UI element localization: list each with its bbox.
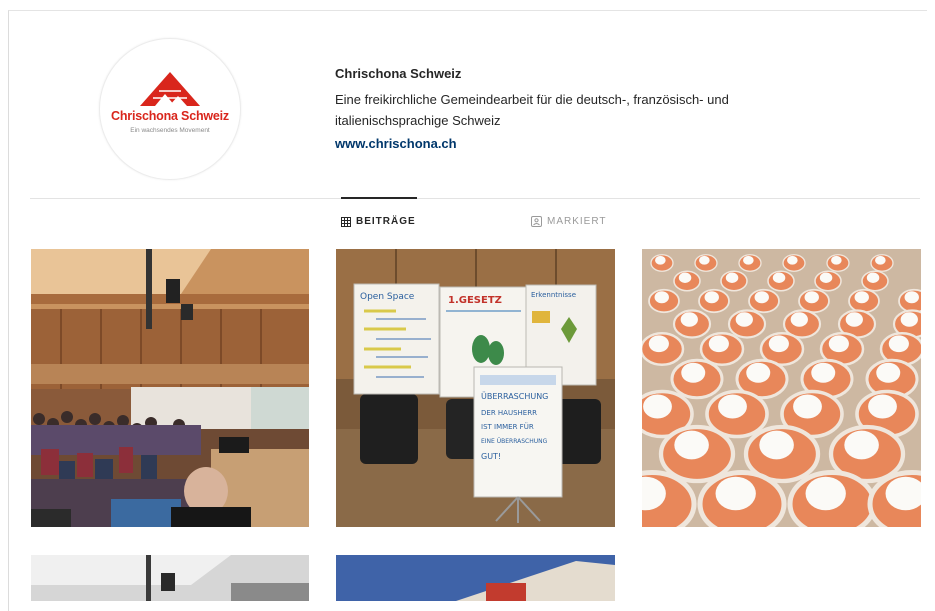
flipchart-open-space-title: Open Space — [360, 292, 415, 302]
whipped-cream — [708, 335, 729, 353]
whipped-cream — [828, 335, 849, 353]
board-line-2: IST IMMER FÜR — [481, 422, 534, 431]
post-auditorium-image — [31, 249, 309, 527]
tab-tagged-label: MARKIERT — [547, 216, 607, 227]
whipped-cream — [868, 394, 897, 419]
whipped-cream — [715, 476, 756, 511]
whipped-cream — [875, 255, 886, 265]
whipped-cream — [735, 312, 753, 327]
post-desserts[interactable] — [642, 249, 921, 527]
whipped-cream — [674, 430, 709, 460]
whipped-cream — [643, 394, 672, 419]
flipchart-gesetz-title: 1.GESETZ — [448, 295, 502, 306]
whipped-cream — [845, 312, 863, 327]
whipped-cream — [866, 272, 880, 283]
profile-name: Chrischona Schweiz — [335, 66, 462, 81]
post-building-image — [336, 555, 615, 601]
active-tab-indicator — [341, 197, 417, 199]
post-desserts-image — [642, 249, 921, 527]
whipped-cream — [787, 255, 798, 265]
whipped-cream — [725, 272, 739, 283]
profile-bio: Eine freikirchliche Gemeindearbeit für d… — [335, 92, 729, 128]
post-flipcharts[interactable]: Open Space 1.GESETZ Erkenntnisse ÜBERRAS… — [336, 249, 615, 527]
whipped-cream — [704, 291, 719, 304]
post-auditorium[interactable] — [31, 249, 309, 527]
whipped-cream — [655, 255, 666, 265]
logo-wordmark: Chrischona Schweiz — [111, 109, 229, 123]
whipped-cream — [772, 272, 786, 283]
post-flipcharts-image: Open Space 1.GESETZ Erkenntnisse ÜBERRAS… — [336, 249, 615, 527]
tab-posts-label: BEITRÄGE — [356, 216, 416, 227]
whipped-cream — [743, 255, 754, 265]
tagged-icon — [531, 216, 542, 227]
whipped-cream — [904, 291, 919, 304]
board-note: ÜBERRASCHUNG — [481, 391, 548, 401]
whipped-cream — [746, 362, 771, 383]
tabs-divider — [30, 198, 920, 199]
flipchart-erkenntnisse-title: Erkenntnisse — [531, 291, 576, 299]
whipped-cream — [805, 476, 846, 511]
whipped-cream — [854, 291, 869, 304]
whipped-cream — [831, 255, 842, 265]
board-line-1: DER HAUSHERR — [481, 409, 537, 417]
whipped-cream — [888, 335, 909, 353]
website-link[interactable]: www.chrischona.ch — [335, 136, 457, 151]
whipped-cream — [754, 291, 769, 304]
board-line-3: EINE ÜBERRASCHUNG — [481, 438, 548, 445]
whipped-cream — [790, 312, 808, 327]
whipped-cream — [811, 362, 836, 383]
tab-tagged[interactable]: MARKIERT — [531, 216, 607, 227]
whipped-cream — [678, 272, 692, 283]
whipped-cream — [900, 312, 918, 327]
whipped-cream — [699, 255, 710, 265]
post-building[interactable] — [336, 555, 615, 601]
whipped-cream — [759, 430, 794, 460]
whipped-cream — [718, 394, 747, 419]
post-auditorium-2[interactable] — [31, 555, 309, 601]
whipped-cream — [681, 362, 706, 383]
whipped-cream — [768, 335, 789, 353]
whipped-cream — [793, 394, 822, 419]
whipped-cream — [819, 272, 833, 283]
whipped-cream — [804, 291, 819, 304]
whipped-cream — [844, 430, 879, 460]
chrischona-logo-icon — [140, 72, 200, 106]
grid-icon — [341, 216, 351, 227]
logo-tagline: Ein wachsendes Movement — [130, 127, 210, 134]
whipped-cream — [680, 312, 698, 327]
board-line-4: GUT! — [481, 452, 501, 461]
whipped-cream — [648, 335, 669, 353]
profile-avatar[interactable]: Chrischona Schweiz Ein wachsendes Moveme… — [99, 38, 241, 180]
whipped-cream — [654, 291, 669, 304]
tab-posts[interactable]: BEITRÄGE — [341, 216, 416, 227]
whipped-cream — [876, 362, 901, 383]
post-auditorium-2-image — [31, 555, 309, 601]
